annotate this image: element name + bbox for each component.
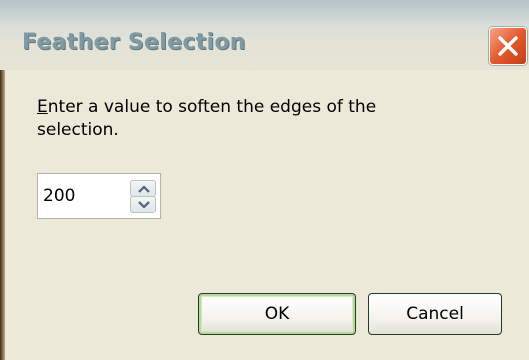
prompt-label: nter a value to soften the edges of the … xyxy=(37,97,377,140)
prompt-text: Enter a value to soften the edges of the… xyxy=(37,96,457,142)
title-bar[interactable]: Feather Selection xyxy=(0,0,529,70)
feather-radius-spinbox xyxy=(37,173,161,219)
spin-up-button[interactable] xyxy=(130,180,156,197)
ok-button[interactable]: OK xyxy=(198,293,356,335)
prompt-access-key: E xyxy=(37,97,48,117)
dialog-title: Feather Selection xyxy=(22,30,246,55)
feather-value-input[interactable] xyxy=(43,186,123,206)
feather-selection-dialog: Feather Selection Enter a value to softe… xyxy=(0,0,529,360)
cancel-button[interactable]: Cancel xyxy=(368,293,502,335)
close-button[interactable] xyxy=(489,27,527,65)
spin-down-button[interactable] xyxy=(130,196,156,213)
